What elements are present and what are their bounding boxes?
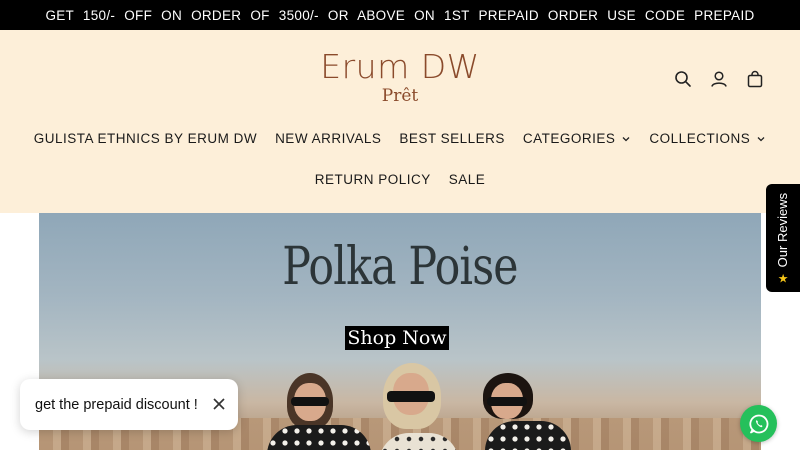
nav-categories[interactable]: CATEGORIES <box>523 131 632 146</box>
secondary-nav: RETURN POLICY SALE <box>0 172 800 187</box>
nav-return-policy[interactable]: RETURN POLICY <box>315 172 431 187</box>
nav-label: CATEGORIES <box>522 131 616 146</box>
nav-label: GULISTA ETHNICS BY ERUM DW <box>33 131 258 146</box>
reviews-tab[interactable]: ★ Our Reviews <box>766 184 800 292</box>
brand-tagline: Prêt <box>381 86 419 106</box>
nav-new-arrivals[interactable]: NEW ARRIVALS <box>275 131 381 146</box>
nav-best-sellers[interactable]: BEST SELLERS <box>399 131 505 146</box>
account-icon[interactable] <box>708 68 730 90</box>
nav-label: COLLECTIONS <box>649 131 751 146</box>
toast-text: get the prepaid discount ! <box>35 396 198 413</box>
close-icon[interactable] <box>210 395 228 413</box>
nav-label: SALE <box>448 172 486 187</box>
chevron-down-icon <box>757 136 765 141</box>
shop-now-button[interactable]: Shop Now <box>345 326 449 350</box>
header-icons <box>672 68 766 90</box>
brand-logo[interactable]: Erum DW Prêt <box>320 48 480 110</box>
model-center <box>379 363 469 450</box>
nav-gulista-ethnics[interactable]: GULISTA ETHNICS BY ERUM DW <box>34 131 257 146</box>
chevron-down-icon <box>622 136 630 141</box>
site-header: Erum DW Prêt GULISTA ETHNICS BY ERUM DW … <box>0 30 800 213</box>
search-icon[interactable] <box>672 68 694 90</box>
whatsapp-icon <box>748 414 768 433</box>
nav-label: NEW ARRIVALS <box>275 131 382 146</box>
whatsapp-button[interactable] <box>740 405 777 442</box>
nav-label: RETURN POLICY <box>314 172 431 187</box>
brand-name: Erum DW <box>320 47 480 86</box>
nav-sale[interactable]: SALE <box>449 172 486 187</box>
hero-title: Polka Poise <box>282 237 518 297</box>
main-nav: GULISTA ETHNICS BY ERUM DW NEW ARRIVALS … <box>0 131 800 146</box>
model-left <box>267 373 377 450</box>
announcement-text: GET 150/- OFF ON ORDER OF 3500/- OR ABOV… <box>45 7 755 23</box>
cart-icon[interactable] <box>744 68 766 90</box>
model-right <box>471 373 571 450</box>
nav-collections[interactable]: COLLECTIONS <box>649 131 766 146</box>
reviews-label: Our Reviews <box>775 192 791 267</box>
announcement-bar: GET 150/- OFF ON ORDER OF 3500/- OR ABOV… <box>0 0 800 30</box>
discount-toast[interactable]: get the prepaid discount ! <box>20 379 238 430</box>
nav-label: BEST SELLERS <box>399 131 505 146</box>
star-icon: ★ <box>777 271 789 286</box>
